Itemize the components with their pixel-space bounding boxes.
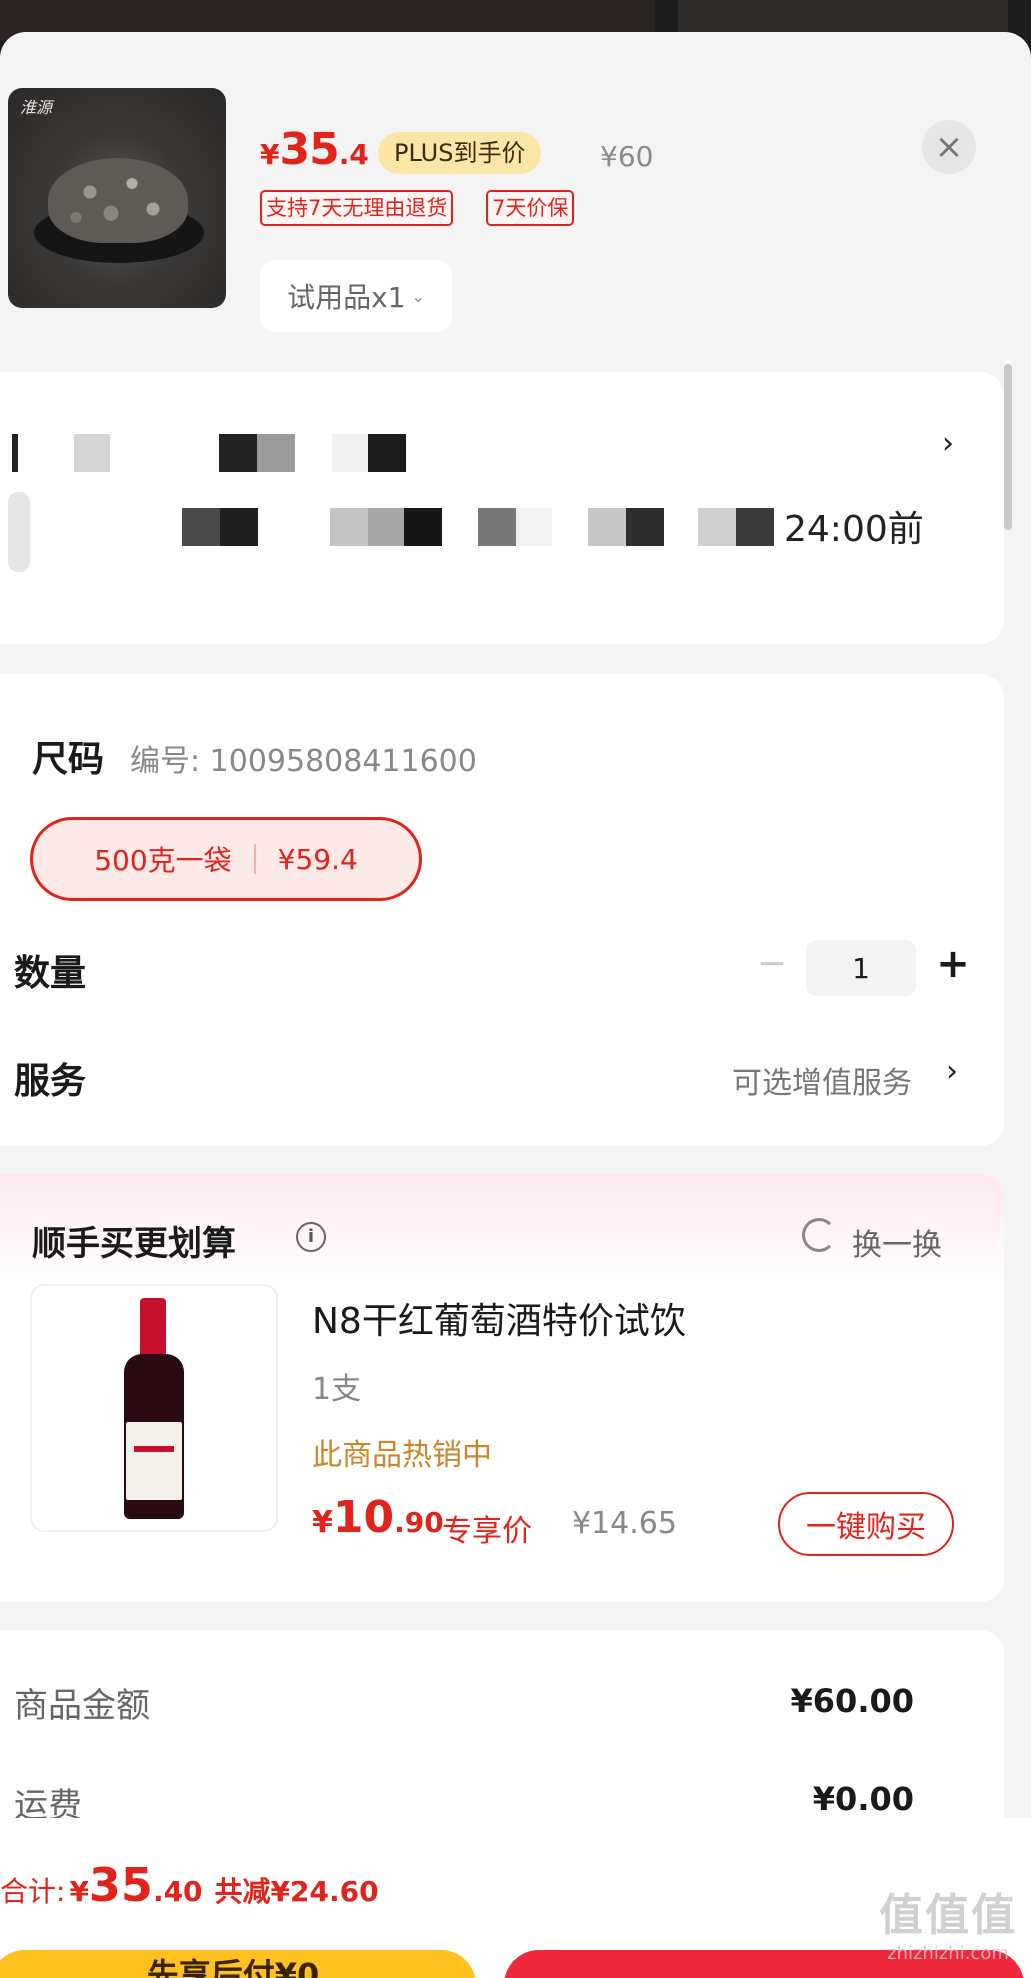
total-currency: ¥ <box>69 1875 89 1908</box>
upsell-hot-text: 此商品热销中 <box>312 1438 492 1473</box>
upsell-product-image[interactable] <box>30 1284 278 1532</box>
refresh-icon[interactable] <box>802 1218 836 1252</box>
size-label: 尺码 <box>32 739 105 780</box>
size-option-name: 500克一袋 <box>94 844 232 877</box>
quantity-label: 数量 <box>14 953 87 994</box>
spec-selector-label: 试用品x1 <box>287 281 406 314</box>
redacted-block <box>330 508 368 546</box>
order-total: 合计: ¥ 35 .40 共减¥24.60 <box>0 1858 379 1912</box>
price-protection-badge: 7天价保 <box>486 190 575 226</box>
redacted-block <box>332 434 368 472</box>
redacted-block <box>588 508 626 546</box>
close-icon: × <box>934 127 964 167</box>
service-label: 服务 <box>14 1061 87 1102</box>
pay-later-button[interactable]: 先享后付¥0 <box>0 1950 476 1978</box>
goods-amount-label: 商品金额 <box>14 1686 150 1726</box>
redacted-block <box>12 434 18 472</box>
chevron-right-icon[interactable]: › <box>946 1054 958 1089</box>
upsell-exclusive-label: 专享价 <box>442 1514 532 1549</box>
redacted-block <box>8 492 30 572</box>
total-integer: 35 <box>88 1858 153 1912</box>
watermark: 值值值 zhizhizhi.com <box>879 1879 1017 1964</box>
redacted-block <box>698 508 736 546</box>
product-image-tea <box>48 158 188 243</box>
quantity-decrease-button[interactable]: − <box>752 934 792 994</box>
spec-selector[interactable]: 试用品x1 ⌄ <box>260 260 452 332</box>
upsell-price: ¥ 10 .90 <box>312 1492 444 1543</box>
purchase-sheet: 淮源 ¥ 35 .4 PLUS到手价 ¥60 × 支持7天无理由退货 7天价保 … <box>0 32 1031 1978</box>
redacted-block <box>74 434 110 472</box>
upsell-price-integer: 10 <box>332 1492 395 1543</box>
service-option-link[interactable]: 可选增值服务 <box>732 1058 912 1102</box>
delivery-time: 24:00前 <box>784 509 924 550</box>
upsell-price-currency: ¥ <box>312 1505 333 1540</box>
total-label: 合计: <box>0 1875 66 1908</box>
upsell-product-spec: 1支 <box>312 1372 362 1407</box>
goods-amount-value: ¥60.00 <box>790 1682 914 1720</box>
scrollbar[interactable] <box>1004 364 1012 530</box>
redacted-block <box>368 508 404 546</box>
redacted-block <box>478 508 516 546</box>
quantity-increase-button[interactable]: + <box>928 934 978 994</box>
total-saved: 共减¥24.60 <box>214 1875 379 1908</box>
options-card: 尺码 编号: 10095808411600 500克一袋 ¥59.4 数量 − … <box>0 674 1004 1146</box>
upsell-card: 顺手买更划算 i 换一换 N8干红葡萄酒特价试饮 1支 此商品热销中 ¥ 10 … <box>0 1174 1004 1602</box>
product-image: 淮源 <box>8 88 226 308</box>
watermark-logo: 值值值 <box>879 1890 1017 1941</box>
redacted-block <box>626 508 664 546</box>
redacted-block <box>219 434 257 472</box>
bottle-neck <box>140 1298 166 1358</box>
redacted-block <box>182 508 220 546</box>
redacted-block <box>516 508 552 546</box>
redacted-block <box>736 508 774 546</box>
divider <box>253 844 256 874</box>
upsell-product-name[interactable]: N8干红葡萄酒特价试饮 <box>312 1292 686 1344</box>
size-option-price: ¥59.4 <box>277 842 358 876</box>
quantity-input[interactable]: 1 <box>806 940 916 996</box>
upsell-price-decimal: .90 <box>394 1506 444 1539</box>
total-decimal: .40 <box>152 1875 203 1908</box>
product-price: ¥ 35 .4 <box>260 124 369 175</box>
refresh-button[interactable]: 换一换 <box>852 1220 942 1264</box>
close-button[interactable]: × <box>922 120 976 174</box>
redacted-block <box>257 434 295 472</box>
shipping-value: ¥0.00 <box>812 1780 914 1818</box>
upsell-original-price: ¥14.65 <box>572 1506 677 1541</box>
redacted-block <box>220 508 258 546</box>
product-image-brand: 淮源 <box>20 98 53 117</box>
original-price: ¥60 <box>600 140 654 173</box>
chevron-right-icon: › <box>942 426 954 461</box>
return-policy-badge: 支持7天无理由退货 <box>260 190 454 226</box>
price-integer: 35 <box>279 124 339 175</box>
bottle-label <box>126 1422 182 1500</box>
watermark-site: zhizhizhi.com <box>887 1943 1009 1964</box>
sku-number: 编号: 10095808411600 <box>130 744 477 779</box>
checkout-bar: 合计: ¥ 35 .40 共减¥24.60 先享后付¥0 值值值 zhizhiz… <box>0 1818 1031 1978</box>
price-decimal: .4 <box>338 138 369 171</box>
info-icon[interactable]: i <box>296 1222 326 1252</box>
address-card[interactable]: › 24:00前 <box>0 372 1004 644</box>
upsell-title: 顺手买更划算 <box>32 1224 236 1264</box>
redacted-block <box>404 508 442 546</box>
plus-price-tag: PLUS到手价 <box>378 132 542 174</box>
one-click-buy-button[interactable]: 一键购买 <box>778 1492 954 1556</box>
size-option-selected[interactable]: 500克一袋 ¥59.4 <box>30 817 422 901</box>
price-currency: ¥ <box>260 138 280 171</box>
chevron-down-icon: ⌄ <box>411 286 425 306</box>
redacted-block <box>368 434 406 472</box>
